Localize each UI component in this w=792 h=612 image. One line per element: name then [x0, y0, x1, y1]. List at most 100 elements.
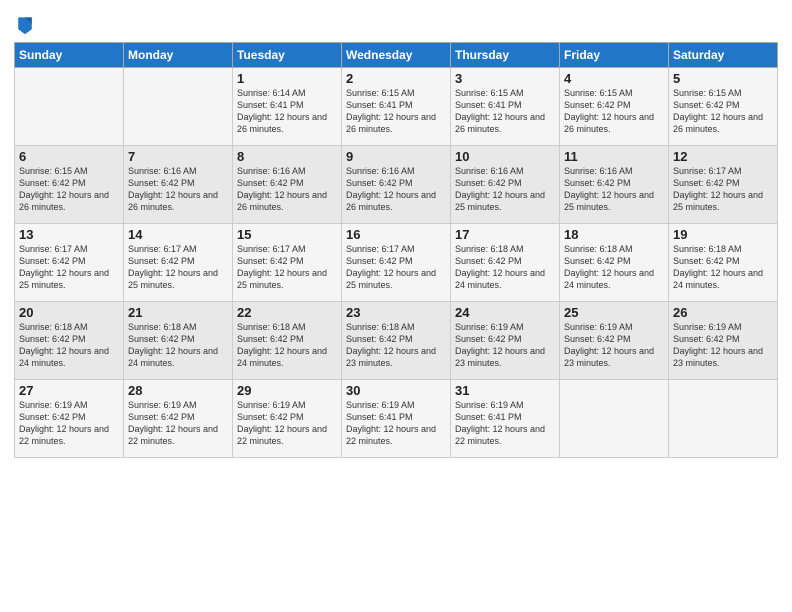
day-number: 19: [673, 227, 773, 242]
calendar-cell: [669, 380, 778, 458]
calendar-cell: 4Sunrise: 6:15 AM Sunset: 6:42 PM Daylig…: [560, 68, 669, 146]
day-info: Sunrise: 6:18 AM Sunset: 6:42 PM Dayligh…: [455, 243, 555, 292]
header-day-friday: Friday: [560, 43, 669, 68]
calendar-cell: 13Sunrise: 6:17 AM Sunset: 6:42 PM Dayli…: [15, 224, 124, 302]
calendar-cell: 11Sunrise: 6:16 AM Sunset: 6:42 PM Dayli…: [560, 146, 669, 224]
calendar-container: SundayMondayTuesdayWednesdayThursdayFrid…: [0, 0, 792, 472]
header-day-tuesday: Tuesday: [233, 43, 342, 68]
day-number: 20: [19, 305, 119, 320]
day-info: Sunrise: 6:17 AM Sunset: 6:42 PM Dayligh…: [346, 243, 446, 292]
day-number: 4: [564, 71, 664, 86]
calendar-cell: [124, 68, 233, 146]
day-number: 16: [346, 227, 446, 242]
calendar-header-row: SundayMondayTuesdayWednesdayThursdayFrid…: [15, 43, 778, 68]
calendar-cell: 18Sunrise: 6:18 AM Sunset: 6:42 PM Dayli…: [560, 224, 669, 302]
calendar-cell: 17Sunrise: 6:18 AM Sunset: 6:42 PM Dayli…: [451, 224, 560, 302]
calendar-cell: 15Sunrise: 6:17 AM Sunset: 6:42 PM Dayli…: [233, 224, 342, 302]
header-day-thursday: Thursday: [451, 43, 560, 68]
day-number: 11: [564, 149, 664, 164]
day-number: 14: [128, 227, 228, 242]
day-info: Sunrise: 6:16 AM Sunset: 6:42 PM Dayligh…: [128, 165, 228, 214]
calendar-cell: 5Sunrise: 6:15 AM Sunset: 6:42 PM Daylig…: [669, 68, 778, 146]
calendar-cell: 9Sunrise: 6:16 AM Sunset: 6:42 PM Daylig…: [342, 146, 451, 224]
day-info: Sunrise: 6:15 AM Sunset: 6:42 PM Dayligh…: [19, 165, 119, 214]
day-info: Sunrise: 6:19 AM Sunset: 6:42 PM Dayligh…: [128, 399, 228, 448]
day-number: 1: [237, 71, 337, 86]
header-day-wednesday: Wednesday: [342, 43, 451, 68]
day-number: 3: [455, 71, 555, 86]
calendar-cell: 31Sunrise: 6:19 AM Sunset: 6:41 PM Dayli…: [451, 380, 560, 458]
calendar-cell: 28Sunrise: 6:19 AM Sunset: 6:42 PM Dayli…: [124, 380, 233, 458]
week-row-2: 6Sunrise: 6:15 AM Sunset: 6:42 PM Daylig…: [15, 146, 778, 224]
day-info: Sunrise: 6:19 AM Sunset: 6:42 PM Dayligh…: [237, 399, 337, 448]
calendar-table: SundayMondayTuesdayWednesdayThursdayFrid…: [14, 42, 778, 458]
day-info: Sunrise: 6:19 AM Sunset: 6:41 PM Dayligh…: [346, 399, 446, 448]
calendar-cell: [560, 380, 669, 458]
header-day-monday: Monday: [124, 43, 233, 68]
logo: [14, 14, 34, 36]
calendar-cell: 8Sunrise: 6:16 AM Sunset: 6:42 PM Daylig…: [233, 146, 342, 224]
day-number: 29: [237, 383, 337, 398]
calendar-cell: 23Sunrise: 6:18 AM Sunset: 6:42 PM Dayli…: [342, 302, 451, 380]
day-info: Sunrise: 6:18 AM Sunset: 6:42 PM Dayligh…: [346, 321, 446, 370]
calendar-cell: 20Sunrise: 6:18 AM Sunset: 6:42 PM Dayli…: [15, 302, 124, 380]
header-day-sunday: Sunday: [15, 43, 124, 68]
day-info: Sunrise: 6:15 AM Sunset: 6:41 PM Dayligh…: [346, 87, 446, 136]
day-number: 22: [237, 305, 337, 320]
day-number: 30: [346, 383, 446, 398]
calendar-cell: 16Sunrise: 6:17 AM Sunset: 6:42 PM Dayli…: [342, 224, 451, 302]
day-info: Sunrise: 6:19 AM Sunset: 6:42 PM Dayligh…: [19, 399, 119, 448]
day-info: Sunrise: 6:16 AM Sunset: 6:42 PM Dayligh…: [346, 165, 446, 214]
calendar-cell: 2Sunrise: 6:15 AM Sunset: 6:41 PM Daylig…: [342, 68, 451, 146]
day-info: Sunrise: 6:17 AM Sunset: 6:42 PM Dayligh…: [673, 165, 773, 214]
day-number: 12: [673, 149, 773, 164]
day-number: 15: [237, 227, 337, 242]
day-number: 21: [128, 305, 228, 320]
header-row: [14, 10, 778, 36]
calendar-cell: 3Sunrise: 6:15 AM Sunset: 6:41 PM Daylig…: [451, 68, 560, 146]
day-info: Sunrise: 6:18 AM Sunset: 6:42 PM Dayligh…: [564, 243, 664, 292]
day-number: 9: [346, 149, 446, 164]
day-number: 28: [128, 383, 228, 398]
calendar-cell: 29Sunrise: 6:19 AM Sunset: 6:42 PM Dayli…: [233, 380, 342, 458]
calendar-cell: 25Sunrise: 6:19 AM Sunset: 6:42 PM Dayli…: [560, 302, 669, 380]
calendar-cell: 22Sunrise: 6:18 AM Sunset: 6:42 PM Dayli…: [233, 302, 342, 380]
day-info: Sunrise: 6:15 AM Sunset: 6:42 PM Dayligh…: [673, 87, 773, 136]
header-day-saturday: Saturday: [669, 43, 778, 68]
day-number: 8: [237, 149, 337, 164]
day-number: 7: [128, 149, 228, 164]
calendar-cell: 24Sunrise: 6:19 AM Sunset: 6:42 PM Dayli…: [451, 302, 560, 380]
day-info: Sunrise: 6:19 AM Sunset: 6:41 PM Dayligh…: [455, 399, 555, 448]
day-info: Sunrise: 6:17 AM Sunset: 6:42 PM Dayligh…: [19, 243, 119, 292]
day-number: 26: [673, 305, 773, 320]
calendar-cell: 14Sunrise: 6:17 AM Sunset: 6:42 PM Dayli…: [124, 224, 233, 302]
day-info: Sunrise: 6:18 AM Sunset: 6:42 PM Dayligh…: [673, 243, 773, 292]
day-number: 2: [346, 71, 446, 86]
day-number: 17: [455, 227, 555, 242]
day-info: Sunrise: 6:18 AM Sunset: 6:42 PM Dayligh…: [128, 321, 228, 370]
day-info: Sunrise: 6:14 AM Sunset: 6:41 PM Dayligh…: [237, 87, 337, 136]
week-row-5: 27Sunrise: 6:19 AM Sunset: 6:42 PM Dayli…: [15, 380, 778, 458]
day-info: Sunrise: 6:19 AM Sunset: 6:42 PM Dayligh…: [673, 321, 773, 370]
day-number: 13: [19, 227, 119, 242]
day-number: 10: [455, 149, 555, 164]
day-info: Sunrise: 6:18 AM Sunset: 6:42 PM Dayligh…: [19, 321, 119, 370]
day-number: 25: [564, 305, 664, 320]
calendar-cell: 10Sunrise: 6:16 AM Sunset: 6:42 PM Dayli…: [451, 146, 560, 224]
day-info: Sunrise: 6:15 AM Sunset: 6:41 PM Dayligh…: [455, 87, 555, 136]
day-number: 6: [19, 149, 119, 164]
day-info: Sunrise: 6:16 AM Sunset: 6:42 PM Dayligh…: [455, 165, 555, 214]
day-number: 31: [455, 383, 555, 398]
calendar-cell: 6Sunrise: 6:15 AM Sunset: 6:42 PM Daylig…: [15, 146, 124, 224]
week-row-4: 20Sunrise: 6:18 AM Sunset: 6:42 PM Dayli…: [15, 302, 778, 380]
day-info: Sunrise: 6:16 AM Sunset: 6:42 PM Dayligh…: [237, 165, 337, 214]
day-info: Sunrise: 6:15 AM Sunset: 6:42 PM Dayligh…: [564, 87, 664, 136]
week-row-3: 13Sunrise: 6:17 AM Sunset: 6:42 PM Dayli…: [15, 224, 778, 302]
calendar-cell: 30Sunrise: 6:19 AM Sunset: 6:41 PM Dayli…: [342, 380, 451, 458]
calendar-cell: 26Sunrise: 6:19 AM Sunset: 6:42 PM Dayli…: [669, 302, 778, 380]
day-number: 18: [564, 227, 664, 242]
calendar-cell: [15, 68, 124, 146]
calendar-cell: 1Sunrise: 6:14 AM Sunset: 6:41 PM Daylig…: [233, 68, 342, 146]
calendar-cell: 7Sunrise: 6:16 AM Sunset: 6:42 PM Daylig…: [124, 146, 233, 224]
day-number: 23: [346, 305, 446, 320]
